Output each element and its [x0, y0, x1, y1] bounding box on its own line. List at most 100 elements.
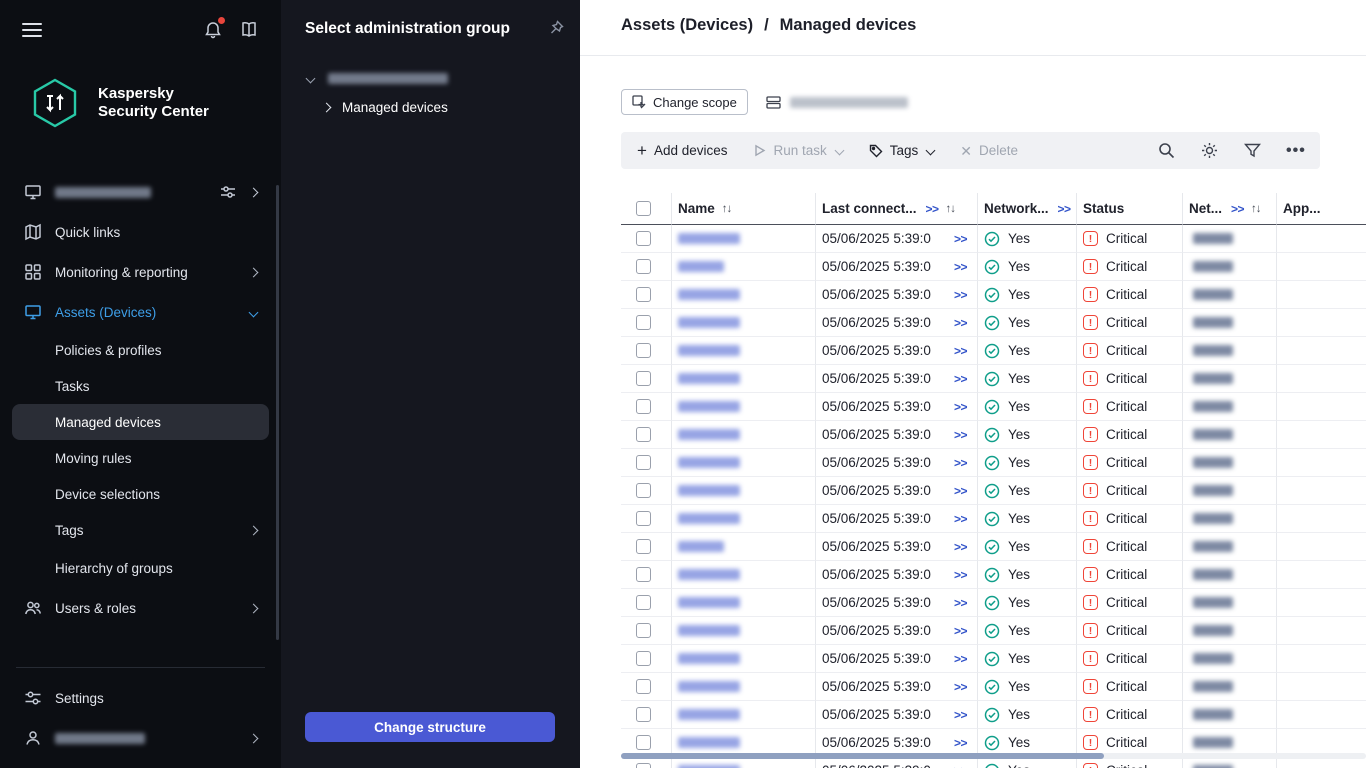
sort-icon[interactable]: ↑↓: [722, 203, 732, 215]
sidebar-item-tags[interactable]: Tags: [12, 512, 269, 548]
row-expand-icon[interactable]: >>: [954, 260, 967, 274]
row-name-cell[interactable]: [672, 477, 816, 505]
server-properties-sliders-icon[interactable]: [220, 184, 236, 200]
row-name-cell[interactable]: [672, 421, 816, 449]
table-row[interactable]: 05/06/2025 5:39:0 >> Yes ! Critical: [621, 225, 1366, 253]
row-expand-icon[interactable]: >>: [954, 736, 967, 750]
row-name-cell[interactable]: [672, 309, 816, 337]
add-devices-button[interactable]: + Add devices: [637, 142, 727, 159]
table-row[interactable]: 05/06/2025 5:39:0 >> Yes ! Critical: [621, 533, 1366, 561]
table-row[interactable]: 05/06/2025 5:39:0 >> Yes ! Critical: [621, 365, 1366, 393]
sidebar-item-user-account[interactable]: [12, 718, 269, 758]
sidebar-item-quick-links[interactable]: Quick links: [12, 212, 269, 252]
row-name-cell[interactable]: [672, 281, 816, 309]
chevron-right-icon[interactable]: [249, 187, 259, 197]
sidebar-item-monitoring-reporting[interactable]: Monitoring & reporting: [12, 252, 269, 292]
hamburger-menu-icon[interactable]: [22, 23, 42, 37]
header-name[interactable]: Name ↑↓: [672, 193, 816, 225]
row-name-cell[interactable]: [672, 365, 816, 393]
header-status[interactable]: Status: [1077, 193, 1183, 225]
column-expand-icon[interactable]: >>: [1058, 202, 1071, 216]
row-expand-icon[interactable]: >>: [954, 400, 967, 414]
row-checkbox[interactable]: [636, 567, 651, 582]
table-row[interactable]: 05/06/2025 5:39:0 >> Yes ! Critical: [621, 673, 1366, 701]
table-row[interactable]: 05/06/2025 5:39:0 >> Yes ! Critical: [621, 477, 1366, 505]
row-name-cell[interactable]: [672, 701, 816, 729]
row-expand-icon[interactable]: >>: [954, 428, 967, 442]
row-checkbox[interactable]: [636, 455, 651, 470]
row-name-cell[interactable]: [672, 533, 816, 561]
row-checkbox[interactable]: [636, 679, 651, 694]
row-checkbox[interactable]: [636, 623, 651, 638]
header-last-connection[interactable]: Last connect... >> ↑↓: [816, 193, 978, 225]
row-checkbox[interactable]: [636, 651, 651, 666]
group-tree-managed-devices-node[interactable]: Managed devices: [281, 90, 580, 125]
sidebar-item-server[interactable]: [12, 172, 269, 212]
sidebar-scrollbar[interactable]: [276, 185, 279, 640]
sidebar-item-policies-profiles[interactable]: Policies & profiles: [12, 332, 269, 368]
filter-funnel-icon[interactable]: [1243, 142, 1261, 160]
row-expand-icon[interactable]: >>: [954, 316, 967, 330]
header-net[interactable]: Net... >> ↑↓: [1183, 193, 1277, 225]
chevron-down-icon[interactable]: [306, 74, 316, 84]
row-checkbox[interactable]: [636, 539, 651, 554]
row-expand-icon[interactable]: >>: [954, 624, 967, 638]
table-row[interactable]: 05/06/2025 5:39:0 >> Yes ! Critical: [621, 589, 1366, 617]
tags-button[interactable]: Tags: [869, 143, 935, 158]
table-row[interactable]: 05/06/2025 5:39:0 >> Yes ! Critical: [621, 449, 1366, 477]
row-name-cell[interactable]: [672, 561, 816, 589]
row-expand-icon[interactable]: >>: [954, 568, 967, 582]
table-row[interactable]: 05/06/2025 5:39:0 >> Yes ! Critical: [621, 393, 1366, 421]
row-checkbox[interactable]: [636, 399, 651, 414]
sidebar-item-settings[interactable]: Settings: [12, 678, 269, 718]
sidebar-item-managed-devices[interactable]: Managed devices: [12, 404, 269, 440]
table-row[interactable]: 05/06/2025 5:39:0 >> Yes ! Critical: [621, 337, 1366, 365]
row-expand-icon[interactable]: >>: [954, 484, 967, 498]
row-name-cell[interactable]: [672, 673, 816, 701]
row-checkbox[interactable]: [636, 371, 651, 386]
row-name-cell[interactable]: [672, 337, 816, 365]
sidebar-item-moving-rules[interactable]: Moving rules: [12, 440, 269, 476]
sidebar-item-users-roles[interactable]: Users & roles: [12, 588, 269, 628]
sidebar-item-hierarchy-of-groups[interactable]: Hierarchy of groups: [12, 548, 269, 588]
row-name-cell[interactable]: [672, 449, 816, 477]
more-options-ellipsis-icon[interactable]: •••: [1286, 142, 1304, 160]
header-app[interactable]: App...: [1277, 193, 1366, 225]
row-checkbox[interactable]: [636, 343, 651, 358]
table-row[interactable]: 05/06/2025 5:39:0 >> Yes ! Critical: [621, 253, 1366, 281]
horizontal-scrollbar-thumb[interactable]: [621, 753, 1104, 759]
table-row[interactable]: 05/06/2025 5:39:0 >> Yes ! Critical: [621, 561, 1366, 589]
row-name-cell[interactable]: [672, 393, 816, 421]
row-checkbox[interactable]: [636, 735, 651, 750]
sort-icon[interactable]: ↑↓: [946, 203, 956, 215]
row-expand-icon[interactable]: >>: [954, 512, 967, 526]
group-tree-root-node[interactable]: [281, 67, 580, 90]
table-row[interactable]: 05/06/2025 5:39:0 >> Yes ! Critical: [621, 645, 1366, 673]
gear-icon[interactable]: [1200, 142, 1218, 160]
row-expand-icon[interactable]: >>: [954, 680, 967, 694]
breadcrumb-parent[interactable]: Assets (Devices): [621, 16, 753, 35]
row-expand-icon[interactable]: >>: [954, 708, 967, 722]
table-row[interactable]: 05/06/2025 5:39:0 >> Yes ! Critical: [621, 309, 1366, 337]
table-row[interactable]: 05/06/2025 5:39:0 >> Yes ! Critical: [621, 421, 1366, 449]
row-checkbox[interactable]: [636, 427, 651, 442]
select-all-checkbox[interactable]: [636, 201, 651, 216]
header-network[interactable]: Network... >>: [978, 193, 1077, 225]
row-name-cell[interactable]: [672, 645, 816, 673]
horizontal-scrollbar[interactable]: [621, 753, 1366, 759]
row-checkbox[interactable]: [636, 259, 651, 274]
row-expand-icon[interactable]: >>: [954, 372, 967, 386]
sort-icon[interactable]: ↑↓: [1251, 203, 1261, 215]
sidebar-item-assets-devices[interactable]: Assets (Devices): [12, 292, 269, 332]
change-structure-button[interactable]: Change structure: [305, 712, 555, 742]
change-scope-button[interactable]: Change scope: [621, 89, 748, 115]
row-checkbox[interactable]: [636, 287, 651, 302]
row-name-cell[interactable]: [672, 225, 816, 253]
table-row[interactable]: 05/06/2025 5:39:0 >> Yes ! Critical: [621, 617, 1366, 645]
column-expand-icon[interactable]: >>: [1231, 202, 1244, 216]
row-checkbox[interactable]: [636, 511, 651, 526]
table-row[interactable]: 05/06/2025 5:39:0 >> Yes ! Critical: [621, 701, 1366, 729]
row-expand-icon[interactable]: >>: [954, 232, 967, 246]
row-name-cell[interactable]: [672, 505, 816, 533]
sidebar-item-tasks[interactable]: Tasks: [12, 368, 269, 404]
